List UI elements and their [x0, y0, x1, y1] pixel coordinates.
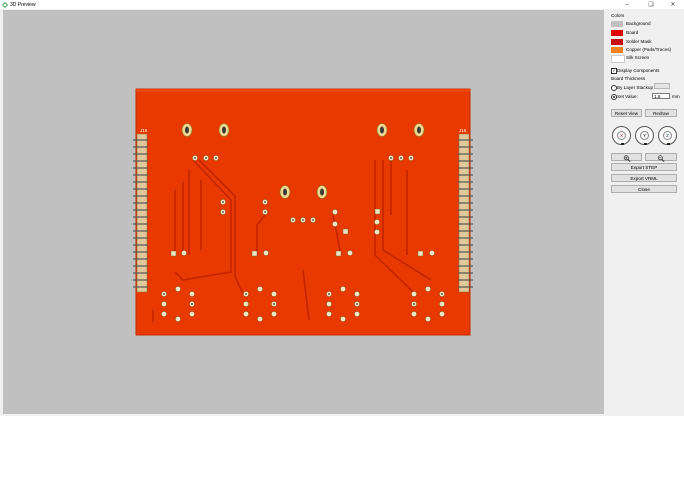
stackup-thickness-field: [654, 83, 670, 89]
rotate-z-indicator: [666, 143, 670, 145]
reset-view-button[interactable]: Reset View: [611, 109, 642, 117]
pcb-render[interactable]: J15 J16: [3, 10, 604, 414]
app-icon: [2, 1, 8, 8]
set-value-label: Set Value:: [617, 94, 638, 99]
background-color-swatch[interactable]: [611, 21, 623, 27]
rotate-z-dial[interactable]: Z: [658, 126, 677, 145]
export-step-button[interactable]: Export STEP: [611, 163, 677, 171]
rotate-x-label: X: [617, 131, 626, 140]
3d-viewport[interactable]: J15 J16: [3, 10, 604, 414]
rotate-y-indicator: [643, 143, 647, 145]
thickness-input[interactable]: 1.6: [652, 93, 670, 99]
zoom-out-button[interactable]: [645, 153, 677, 162]
thickness-unit: mm: [672, 94, 680, 99]
board-color-swatch[interactable]: [611, 30, 623, 36]
zoom-out-icon: [657, 154, 665, 162]
minimize-icon[interactable]: –: [616, 0, 638, 9]
maximize-icon[interactable]: ❏: [640, 0, 662, 9]
connector-j15: [133, 133, 148, 293]
ref-j15: J15: [140, 128, 148, 133]
rotate-y-dial[interactable]: Y: [635, 126, 654, 145]
display-components-label: Display Components: [617, 68, 660, 73]
rotate-y-label: Y: [640, 131, 649, 140]
title-bar: 3D Preview: [0, 0, 684, 9]
solder-mask-color-label: Solder Mask: [626, 39, 652, 44]
window: 3D Preview – ❏ ✕ J15 J16 Colors Backgrou…: [0, 0, 684, 416]
silk-screen-color-label: Silk Screen: [626, 55, 650, 60]
board-thickness-heading: Board Thickness: [611, 76, 646, 81]
close-icon[interactable]: ✕: [662, 0, 684, 9]
close-button[interactable]: Close: [611, 185, 677, 193]
solder-mask-color-swatch[interactable]: [611, 39, 623, 45]
board-color-label: Board: [626, 30, 639, 35]
zoom-in-button[interactable]: [611, 153, 642, 162]
by-layer-stackup-label: By Layer Stackup: [617, 85, 654, 90]
copper-color-swatch[interactable]: [611, 47, 623, 53]
zoom-in-icon: [623, 154, 630, 162]
ref-j16: J16: [459, 128, 467, 133]
copper-color-label: Copper (Pads/Traces): [626, 47, 672, 52]
window-title: 3D Preview: [10, 1, 36, 8]
rotate-x-dial[interactable]: X: [612, 126, 631, 145]
silk-screen-color-swatch[interactable]: [611, 55, 625, 63]
rotate-x-indicator: [620, 143, 624, 145]
rotate-z-label: Z: [663, 131, 672, 140]
colors-heading: Colors: [611, 13, 625, 18]
redraw-button[interactable]: Redraw: [645, 109, 677, 117]
connector-j16: [458, 133, 473, 293]
settings-panel: Colors Background Board Solder Mask Copp…: [606, 10, 684, 416]
background-color-label: Background: [626, 21, 651, 26]
export-vrml-button[interactable]: Export VRML: [611, 174, 677, 182]
